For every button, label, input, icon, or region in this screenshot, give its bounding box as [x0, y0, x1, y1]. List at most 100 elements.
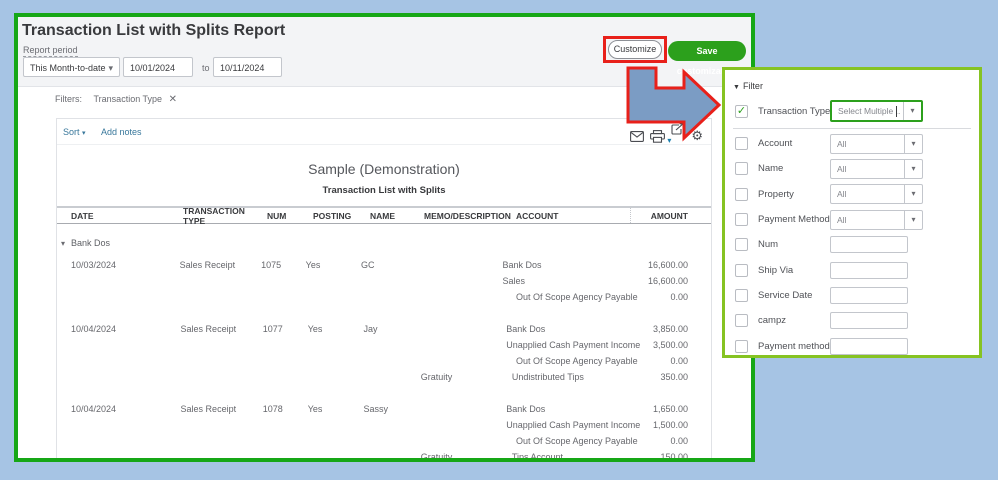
- filter-input-service-date[interactable]: [830, 286, 908, 304]
- chevron-down-icon[interactable]: ▾: [904, 159, 922, 178]
- cell-amount: 0.00: [670, 292, 688, 302]
- cell-amount: 16,600.00: [647, 276, 688, 286]
- collapse-caret-icon: ▼: [733, 84, 740, 91]
- cell-type: Sales Receipt: [180, 404, 237, 414]
- filter-select-value: All: [837, 138, 847, 149]
- cell-num: 1078: [262, 404, 283, 414]
- filter-select-account[interactable]: All ▾: [830, 133, 923, 154]
- cell-account: Unapplied Cash Payment Income: [506, 420, 641, 430]
- filter-checkbox-payment-method[interactable]: [735, 213, 748, 227]
- filter-label-ship-via: Ship Via: [758, 264, 794, 276]
- from-date-value: 10/01/2024: [130, 63, 176, 73]
- text-cursor: [896, 106, 897, 117]
- filter-input-ship-via[interactable]: [830, 261, 908, 279]
- column-header-name: NAME: [370, 210, 396, 221]
- annotation-arrow: [626, 66, 722, 142]
- report-company-name: Sample (Demonstration): [308, 161, 460, 177]
- filter-checkbox-name[interactable]: [735, 162, 748, 176]
- divider: [733, 128, 971, 129]
- filter-row-service-date: Service Date: [725, 283, 979, 308]
- filter-checkbox-service-date[interactable]: [735, 288, 748, 302]
- column-header-amount: AMOUNT: [630, 208, 711, 223]
- chevron-down-icon[interactable]: ▾: [904, 185, 922, 204]
- filter-label-account: Account: [758, 138, 793, 150]
- cell-date: 10/04/2024: [71, 324, 117, 334]
- cell-amount: 16,600.00: [647, 260, 688, 270]
- page-title: Transaction List with Splits Report: [22, 22, 286, 39]
- filter-label-campz: campz: [758, 315, 786, 327]
- filter-row-transaction-type: ✓ Transaction Type Select Multiple .. ▾: [725, 96, 979, 126]
- cell-account: Bank Dos: [502, 260, 542, 270]
- filters-bar: Filters: Transaction Type ✕: [55, 94, 177, 105]
- table-row: 10/04/2024 Sales Receipt 1078 Yes Sassy Bank …: [57, 401, 711, 417]
- column-header-date: DATE: [71, 210, 94, 221]
- add-notes-button[interactable]: Add notes: [101, 127, 142, 137]
- cell-account: Out Of Scope Agency Payable: [516, 292, 638, 302]
- save-customization-button[interactable]: Save customization: [668, 41, 746, 76]
- filter-label-payment-method: Payment Method: [758, 214, 830, 226]
- filter-input-payment-method[interactable]: [830, 337, 908, 355]
- filter-input-campz[interactable]: [830, 312, 908, 330]
- chevron-down-icon[interactable]: ▾: [904, 210, 922, 229]
- chevron-down-icon[interactable]: ▾: [903, 102, 921, 120]
- cell-account: Out Of Scope Agency Payable: [516, 356, 638, 366]
- chevron-down-icon[interactable]: ▾: [904, 134, 922, 153]
- table-row: Sales 16,600.00: [57, 273, 711, 289]
- filters-label: Filters:: [55, 94, 82, 104]
- filter-input-num[interactable]: [830, 236, 908, 254]
- report-period-label: Report period: [23, 45, 78, 57]
- filter-label-transaction-type: Transaction Type: [758, 105, 831, 117]
- screenshot-stage: { "window": { "title": "Transaction List…: [0, 0, 998, 480]
- filter-select-transaction-type[interactable]: Select Multiple .. ▾: [830, 100, 923, 122]
- report-rows: ▾ Bank Dos 10/03/2024 Sales Receipt 1075 Yes G…: [57, 225, 711, 458]
- cell-posting: Yes: [307, 404, 323, 414]
- cell-type: Sales Receipt: [180, 324, 237, 334]
- filter-rows: ✓ Transaction Type Select Multiple .. ▾ Acco…: [725, 96, 979, 359]
- filter-label-payment-method: Payment method: [758, 340, 830, 352]
- filter-checkbox-account[interactable]: [735, 137, 748, 151]
- filter-checkbox-payment-method[interactable]: [735, 339, 748, 353]
- filter-row-ship-via: Ship Via: [725, 257, 979, 282]
- filter-checkbox-transaction-type[interactable]: ✓: [735, 104, 748, 118]
- cell-memo: Gratuity: [420, 452, 453, 458]
- filter-select-value: All: [837, 214, 847, 225]
- sort-dropdown[interactable]: Sort ▾: [63, 127, 86, 137]
- filter-row-name: Name All ▾: [725, 156, 979, 181]
- cell-name: Jay: [363, 324, 378, 334]
- chevron-down-icon: ▾: [108, 63, 113, 73]
- filter-section-header[interactable]: ▼ Filter: [725, 76, 979, 96]
- remove-filter-icon[interactable]: ✕: [169, 94, 177, 105]
- filter-select-property[interactable]: All ▾: [830, 184, 923, 205]
- report-card: Sort ▾ Add notes ▾ ⚙ Sample (Demonstrati…: [56, 118, 712, 458]
- group-label: Bank Dos: [71, 238, 111, 248]
- report-toolbar: Sort ▾ Add notes ▾ ⚙: [57, 119, 711, 145]
- cell-memo: Gratuity: [420, 372, 453, 382]
- filter-chip-transaction-type[interactable]: Transaction Type ✕: [94, 94, 177, 105]
- filter-checkbox-ship-via[interactable]: [735, 263, 748, 277]
- filter-label-service-date: Service Date: [758, 289, 813, 301]
- column-header-num: NUM: [267, 210, 287, 221]
- table-row: Out Of Scope Agency Payable 0.00: [57, 353, 711, 369]
- filter-checkbox-property[interactable]: [735, 187, 748, 201]
- table-row: Unapplied Cash Payment Income 3,500.00: [57, 337, 711, 353]
- from-date-input[interactable]: 10/01/2024: [123, 57, 193, 77]
- filter-select-payment-method[interactable]: All ▾: [830, 209, 923, 230]
- sort-label: Sort: [63, 127, 80, 137]
- cell-name: Sassy: [363, 404, 388, 414]
- filter-checkbox-num[interactable]: [735, 238, 748, 252]
- chevron-down-icon: ▾: [82, 130, 86, 137]
- collapse-caret-icon[interactable]: ▾: [61, 236, 71, 252]
- cell-account: Out Of Scope Agency Payable: [516, 436, 638, 446]
- cell-amount: 0.00: [670, 356, 688, 366]
- filter-row-account: Account All ▾: [725, 131, 979, 156]
- cell-account: Bank Dos: [506, 404, 546, 414]
- filter-row-property: Property All ▾: [725, 182, 979, 207]
- cell-account: Bank Dos: [506, 324, 546, 334]
- filter-checkbox-campz[interactable]: [735, 314, 748, 328]
- cell-account: Unapplied Cash Payment Income: [506, 340, 641, 350]
- to-date-input[interactable]: 10/11/2024: [213, 57, 282, 77]
- filter-select-name[interactable]: All ▾: [830, 158, 923, 179]
- row-spacer: [57, 305, 711, 321]
- row-spacer: [57, 385, 711, 401]
- report-period-select[interactable]: This Month-to-date ▾: [23, 57, 120, 77]
